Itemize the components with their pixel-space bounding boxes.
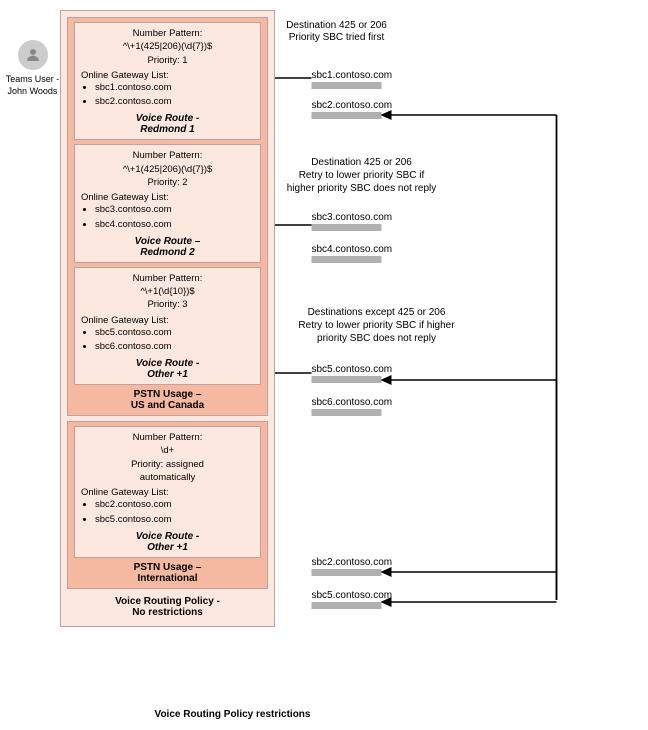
svg-text:Destination 425 or 206: Destination 425 or 206 [311, 157, 412, 168]
voice-route-label-2: Voice Route –Redmond 2 [81, 236, 254, 258]
number-pattern-3: Number Pattern:^\+1(\d{10})$Priority: 3 [81, 272, 254, 312]
user-avatar [18, 40, 48, 70]
gateway-list-4: Online Gateway List: sbc2.contoso.com sb… [81, 487, 254, 527]
svg-text:Priority SBC tried first: Priority SBC tried first [289, 32, 385, 43]
policy-bottom-label: Voice Routing Policy -No restrictions [67, 594, 268, 620]
pstn-usage-box-1: Number Pattern:^\+1(425|206)(\d{7})$Prio… [67, 17, 268, 416]
user-label: Teams User - John Woods [5, 10, 60, 97]
svg-text:sbc4.contoso.com: sbc4.contoso.com [312, 244, 393, 255]
svg-text:sbc6.contoso.com: sbc6.contoso.com [312, 397, 393, 408]
left-section: Teams User - John Woods Number Pattern:^… [5, 10, 275, 720]
right-section: Destination 425 or 206 Priority SBC trie… [275, 10, 638, 720]
arrows-svg: Destination 425 or 206 Priority SBC trie… [275, 10, 638, 720]
svg-text:sbc2.contoso.com: sbc2.contoso.com [312, 100, 393, 111]
voice-route-box-2: Number Pattern:^\+1(425|206)(\d{7})$Prio… [74, 144, 261, 262]
voice-route-box-1: Number Pattern:^\+1(425|206)(\d{7})$Prio… [74, 22, 261, 140]
svg-text:sbc5.contoso.com: sbc5.contoso.com [312, 590, 393, 601]
svg-text:sbc3.contoso.com: sbc3.contoso.com [312, 212, 393, 223]
number-pattern-2: Number Pattern:^\+1(425|206)(\d{7})$Prio… [81, 149, 254, 189]
voice-route-label-3: Voice Route -Other +1 [81, 358, 254, 380]
svg-text:sbc5.contoso.com: sbc5.contoso.com [312, 364, 393, 375]
pstn-usage-label-1: PSTN Usage –US and Canada [74, 389, 261, 411]
svg-text:priority SBC does not reply: priority SBC does not reply [317, 333, 436, 344]
svg-text:Destination 425 or 206: Destination 425 or 206 [286, 20, 387, 31]
gateway-list-1: Online Gateway List: sbc1.contoso.com sb… [81, 70, 254, 110]
number-pattern-1: Number Pattern:^\+1(425|206)(\d{7})$Prio… [81, 27, 254, 67]
svg-text:sbc2.contoso.com: sbc2.contoso.com [312, 557, 393, 568]
voice-route-label-4: Voice Route -Other +1 [81, 531, 254, 553]
pstn-usage-label-2: PSTN Usage –International [74, 562, 261, 584]
policy-outer-box: Number Pattern:^\+1(425|206)(\d{7})$Prio… [60, 10, 275, 627]
svg-text:Destinations except 425 or 206: Destinations except 425 or 206 [308, 307, 446, 318]
svg-text:sbc1.contoso.com: sbc1.contoso.com [312, 70, 393, 81]
user-text: Teams User - John Woods [6, 74, 60, 97]
voice-route-box-4: Number Pattern:\d+Priority: assignedauto… [74, 426, 261, 558]
main-container: Teams User - John Woods Number Pattern:^… [0, 0, 648, 730]
vrp-restrictions-label: Voice Routing Policy restrictions [87, 708, 378, 720]
voice-route-box-3: Number Pattern:^\+1(\d{10})$Priority: 3 … [74, 267, 261, 385]
voice-route-label-1: Voice Route -Redmond 1 [81, 113, 254, 135]
pstn-usage-box-2: Number Pattern:\d+Priority: assignedauto… [67, 421, 268, 589]
gateway-list-2: Online Gateway List: sbc3.contoso.com sb… [81, 192, 254, 232]
svg-text:higher priority SBC does not r: higher priority SBC does not reply [287, 183, 437, 194]
svg-text:Retry to lower priority SBC if: Retry to lower priority SBC if [299, 170, 425, 181]
gateway-list-3: Online Gateway List: sbc5.contoso.com sb… [81, 315, 254, 355]
svg-text:Retry to lower priority SBC if: Retry to lower priority SBC if higher [298, 320, 455, 331]
number-pattern-4: Number Pattern:\d+Priority: assignedauto… [81, 431, 254, 484]
